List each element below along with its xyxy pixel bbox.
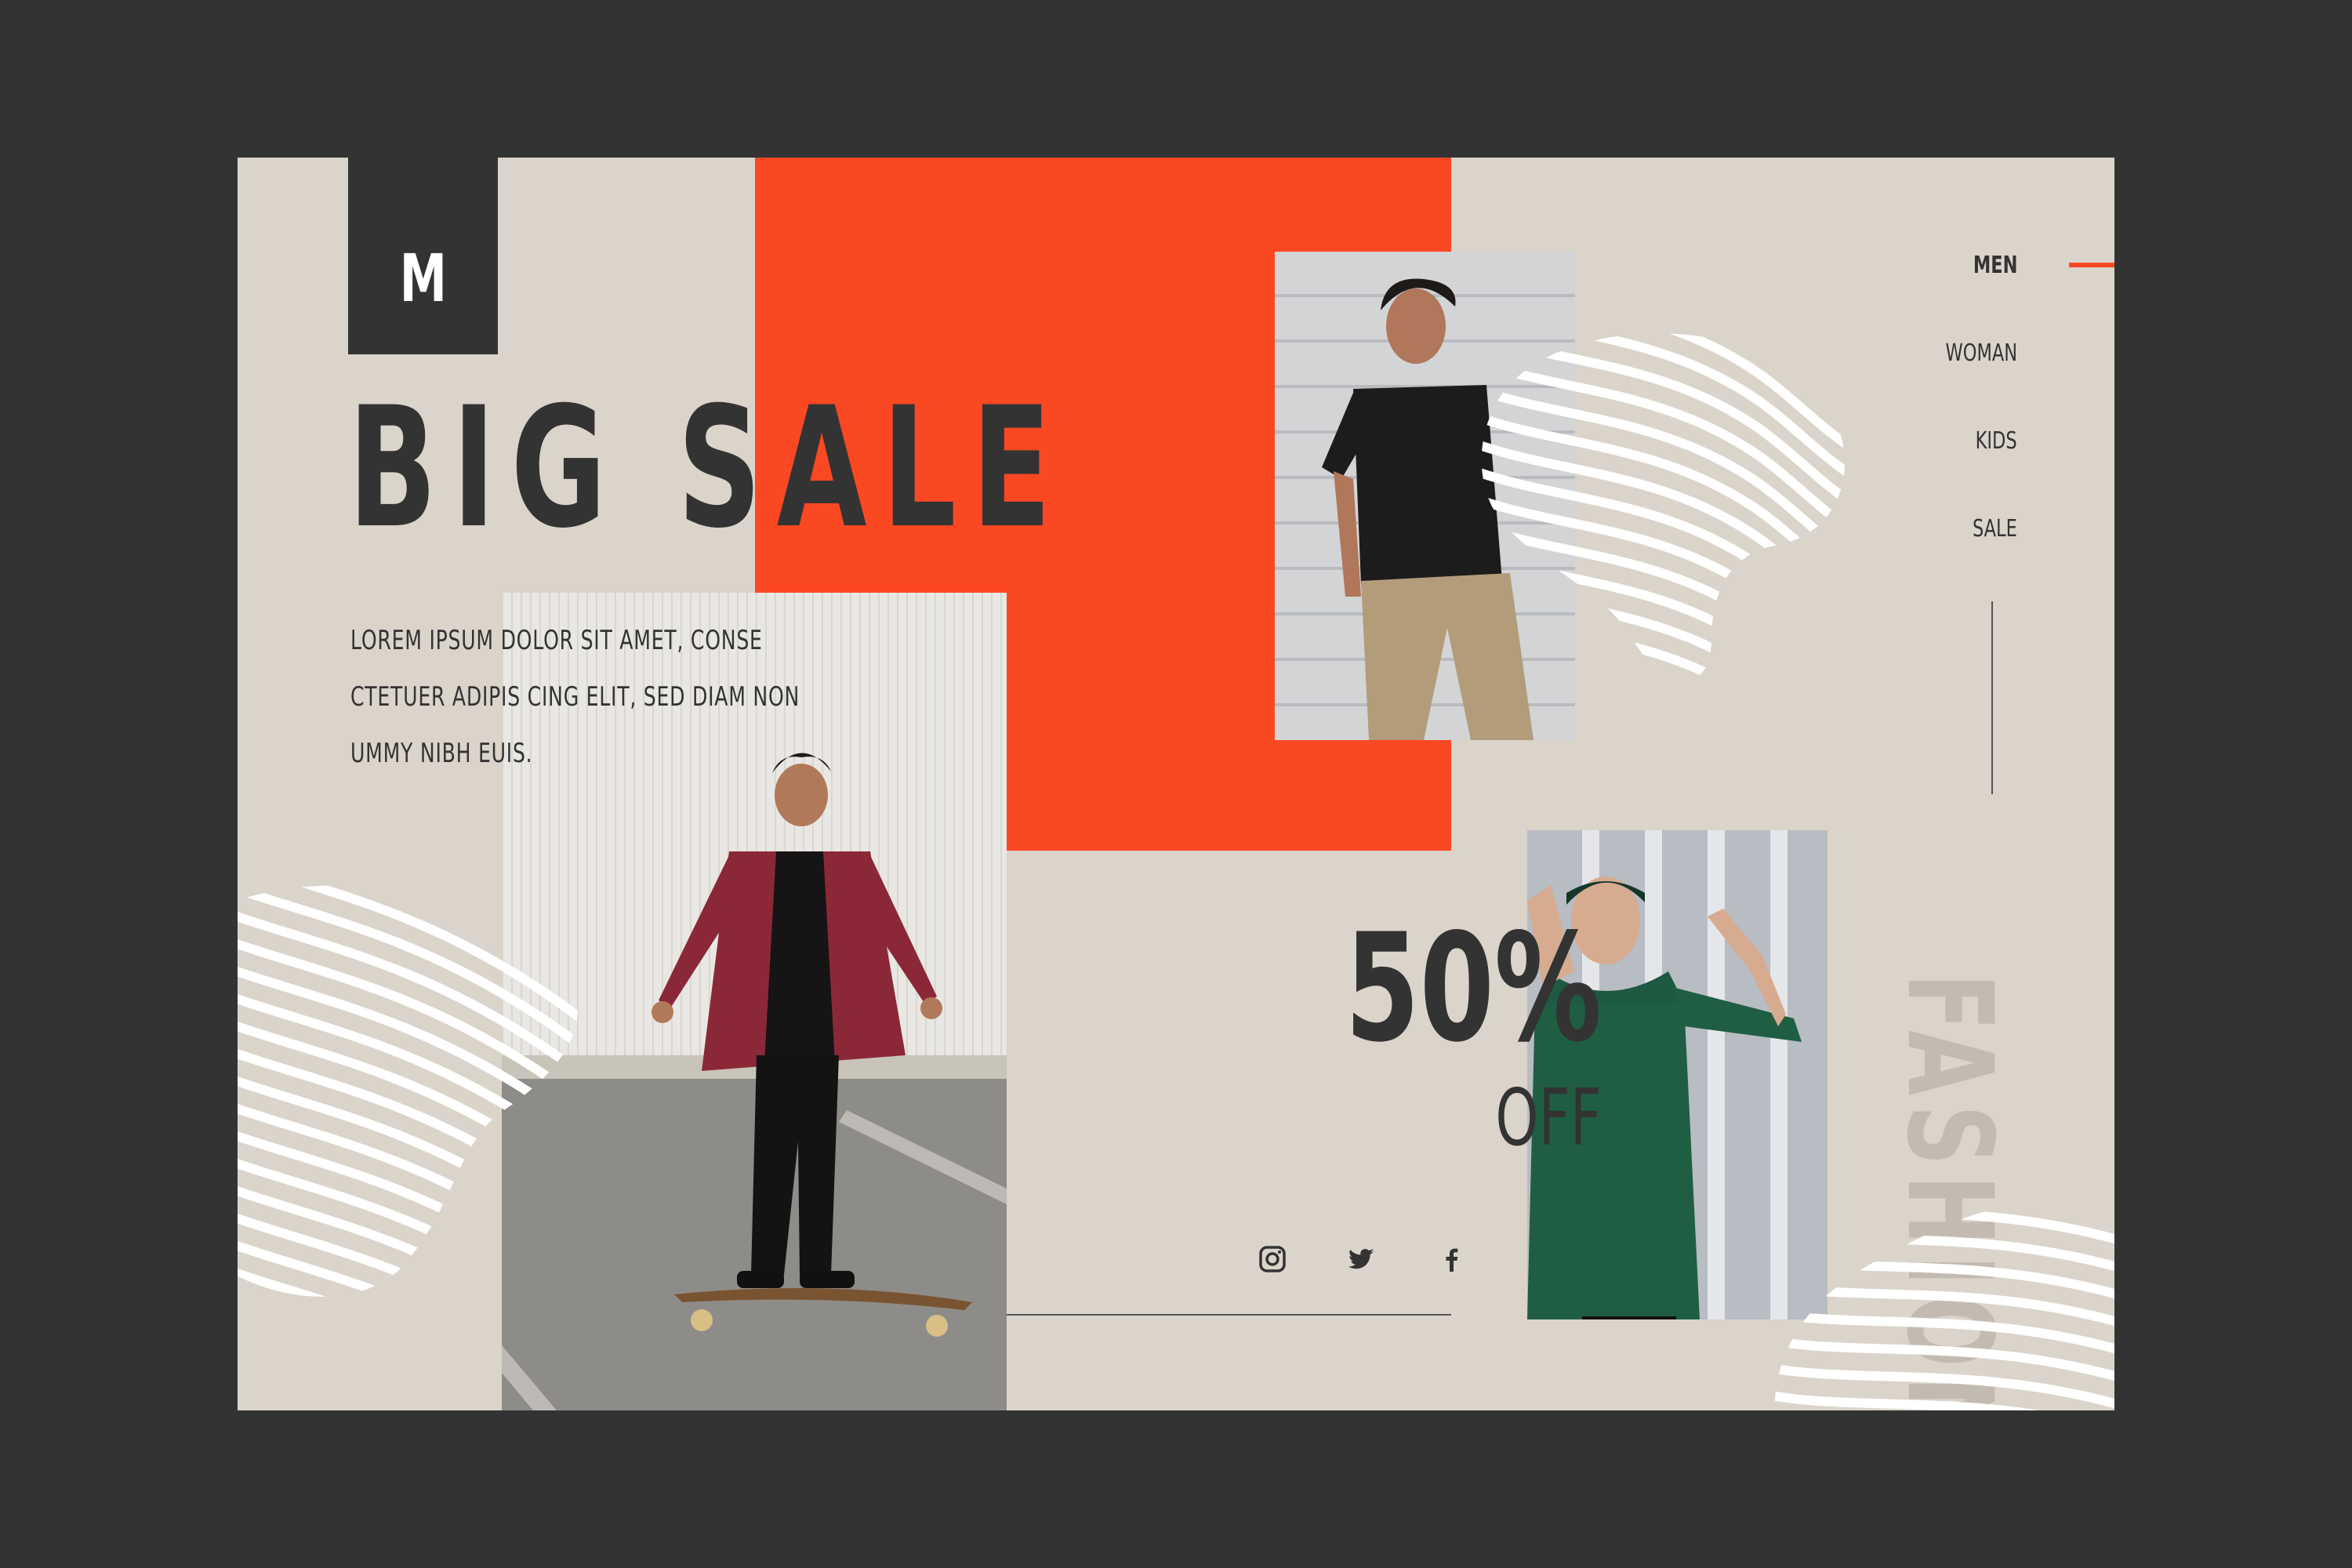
discount-off-label: OFF: [1495, 1072, 1602, 1163]
social-links: [1257, 1243, 1467, 1275]
wave-pattern-decoration: [1481, 333, 1845, 681]
hero-description: LOREM IPSUM DOLOR SIT AMET, CONSE CTETUE…: [350, 612, 800, 782]
instagram-icon[interactable]: [1257, 1243, 1288, 1275]
headline: BIG SALE: [348, 371, 1067, 564]
nav-item-men[interactable]: MEN: [1973, 252, 2017, 279]
nav-item-woman[interactable]: WOMAN: [1945, 339, 2017, 367]
facebook-icon[interactable]: [1436, 1243, 1467, 1275]
logo[interactable]: M: [348, 158, 498, 354]
logo-letter: M: [399, 240, 447, 317]
wave-pattern-decoration: [238, 885, 578, 1297]
wave-pattern-decoration: [1774, 1203, 2114, 1410]
nav-item-kids[interactable]: KIDS: [1976, 427, 2017, 455]
nav-item-sale[interactable]: SALE: [1973, 515, 2017, 543]
description-line: CTETUER ADIPIS CING ELIT, SED DIAM NON: [350, 681, 800, 713]
nav-active-indicator: [2069, 263, 2114, 267]
description-line: LOREM IPSUM DOLOR SIT AMET, CONSE: [350, 625, 763, 656]
description-line: UMMY NIBH EUIS.: [350, 738, 533, 769]
banner-canvas: M BIG SALE LOREM IPSUM DOLOR SIT AMET, C…: [238, 158, 2114, 1410]
twitter-icon[interactable]: [1346, 1243, 1377, 1275]
discount-value: 50%: [1345, 902, 1602, 1075]
nav-divider: [1991, 601, 1993, 794]
divider: [1007, 1314, 1451, 1316]
